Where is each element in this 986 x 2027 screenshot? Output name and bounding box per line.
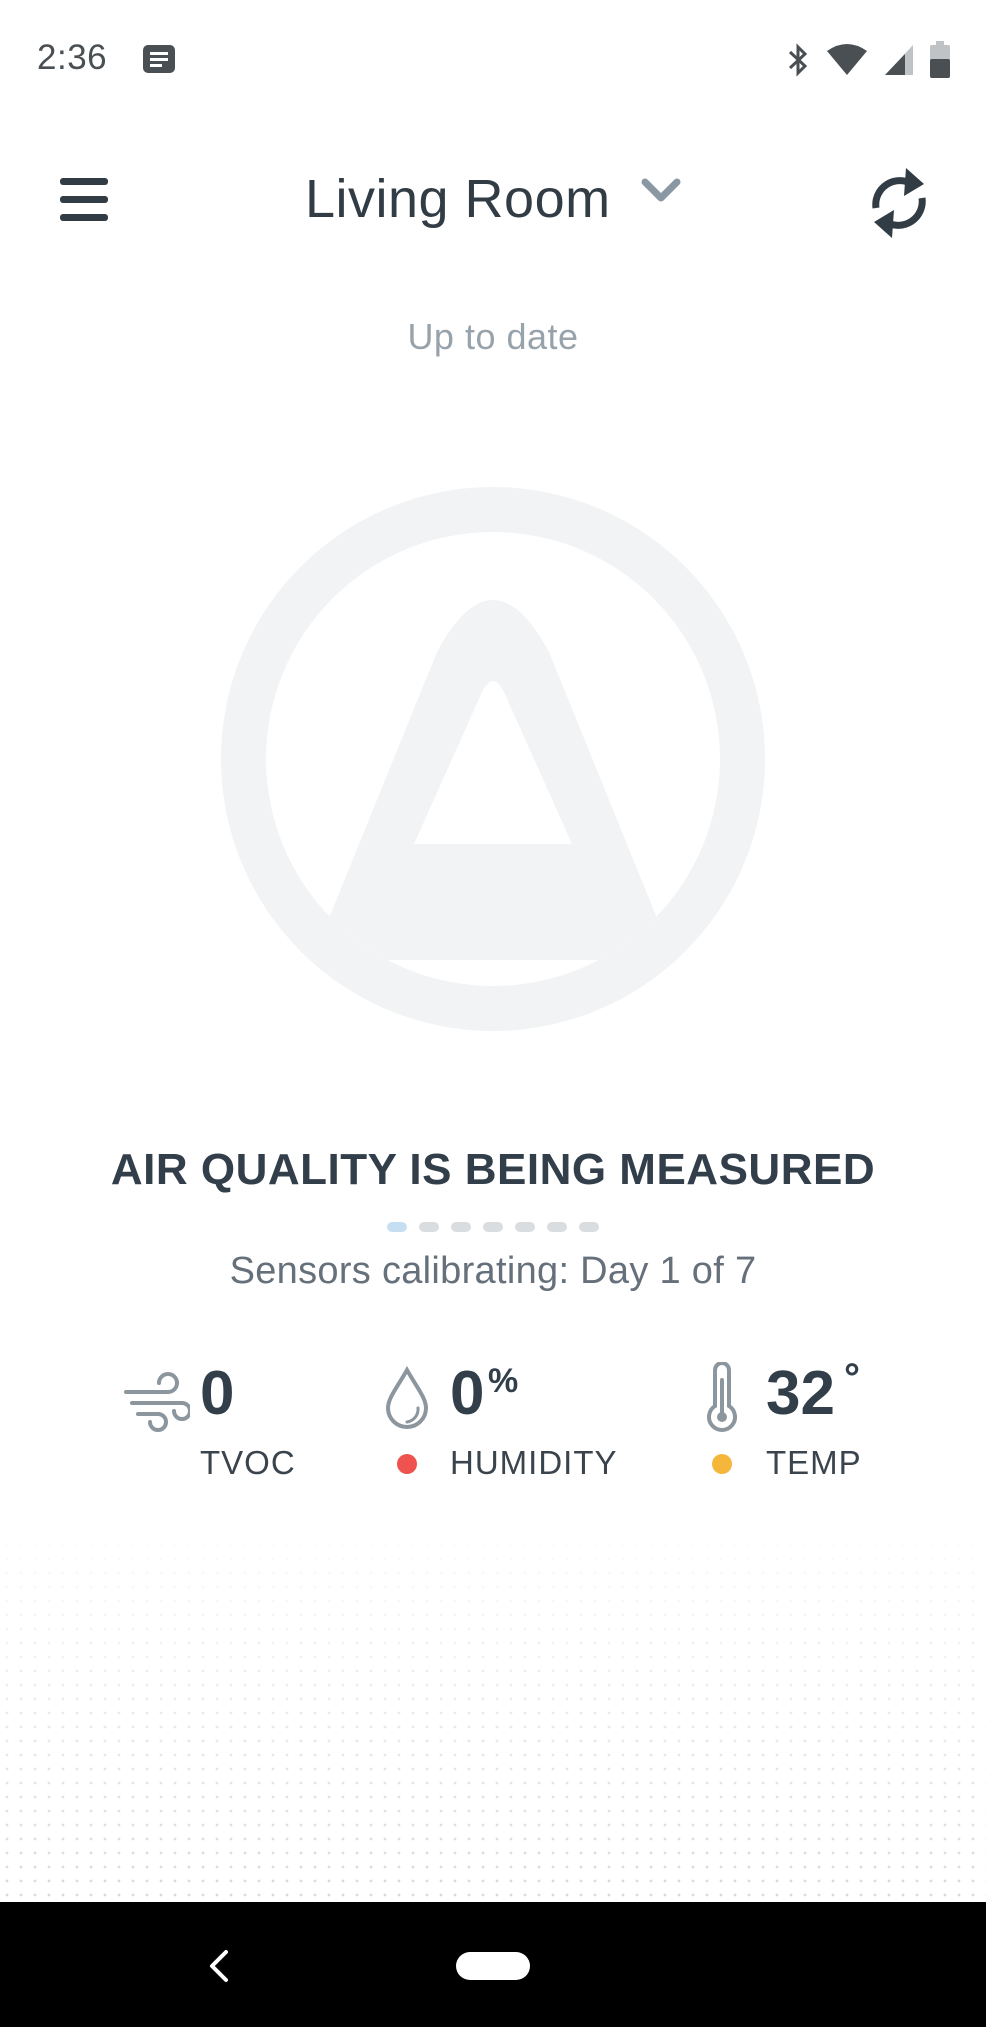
message-notification-icon bbox=[143, 45, 175, 73]
humidity-metric[interactable]: 0 % HUMIDITY bbox=[384, 1358, 624, 1488]
room-selector[interactable]: Living Room bbox=[0, 168, 986, 230]
status-icons bbox=[785, 40, 951, 80]
cellular-signal-icon bbox=[885, 45, 913, 75]
back-arrow-icon[interactable] bbox=[200, 1946, 236, 1986]
humidity-status-indicator bbox=[397, 1454, 417, 1474]
humidity-value: 0 bbox=[450, 1359, 485, 1428]
temp-metric[interactable]: 32 ° TEMP bbox=[704, 1356, 884, 1488]
refresh-icon[interactable] bbox=[866, 162, 932, 244]
tvoc-value: 0 bbox=[200, 1359, 235, 1428]
progress-dot bbox=[547, 1222, 567, 1232]
progress-dot bbox=[579, 1222, 599, 1232]
water-drop-icon bbox=[385, 1366, 429, 1429]
tvoc-label: TVOC bbox=[200, 1444, 296, 1481]
temp-status-indicator bbox=[712, 1454, 732, 1474]
app-header: Living Room bbox=[0, 140, 986, 270]
temp-label: TEMP bbox=[766, 1444, 862, 1481]
wind-icon bbox=[124, 1372, 190, 1432]
calibration-text: Sensors calibrating: Day 1 of 7 bbox=[229, 1250, 757, 1292]
progress-dot bbox=[483, 1222, 503, 1232]
airthings-logo bbox=[221, 487, 765, 1031]
system-navigation-bar bbox=[0, 1902, 986, 2027]
air-quality-title: AIR QUALITY IS BEING MEASURED bbox=[110, 1145, 876, 1194]
progress-dot bbox=[451, 1222, 471, 1232]
temp-value: 32 bbox=[766, 1359, 835, 1428]
humidity-label: HUMIDITY bbox=[450, 1444, 618, 1481]
progress-dot bbox=[419, 1222, 439, 1232]
humidity-unit: % bbox=[488, 1362, 519, 1400]
thermometer-icon bbox=[707, 1362, 737, 1432]
chevron-down-icon bbox=[641, 178, 681, 202]
progress-dot bbox=[515, 1222, 535, 1232]
status-bar: 2:36 bbox=[0, 0, 986, 120]
bluetooth-icon bbox=[788, 43, 808, 77]
progress-dot-active bbox=[387, 1222, 407, 1232]
sync-status: Up to date bbox=[407, 316, 579, 357]
temp-unit: ° bbox=[844, 1356, 860, 1400]
home-pill-icon[interactable] bbox=[456, 1952, 530, 1980]
dot-pattern-background bbox=[0, 1510, 986, 1902]
tvoc-metric[interactable]: 0 TVOC bbox=[124, 1358, 324, 1488]
wifi-icon bbox=[827, 44, 867, 75]
room-name: Living Room bbox=[304, 169, 611, 229]
calibration-progress-dots bbox=[0, 1222, 986, 1232]
battery-icon bbox=[930, 41, 950, 78]
status-time: 2:36 bbox=[37, 38, 108, 77]
